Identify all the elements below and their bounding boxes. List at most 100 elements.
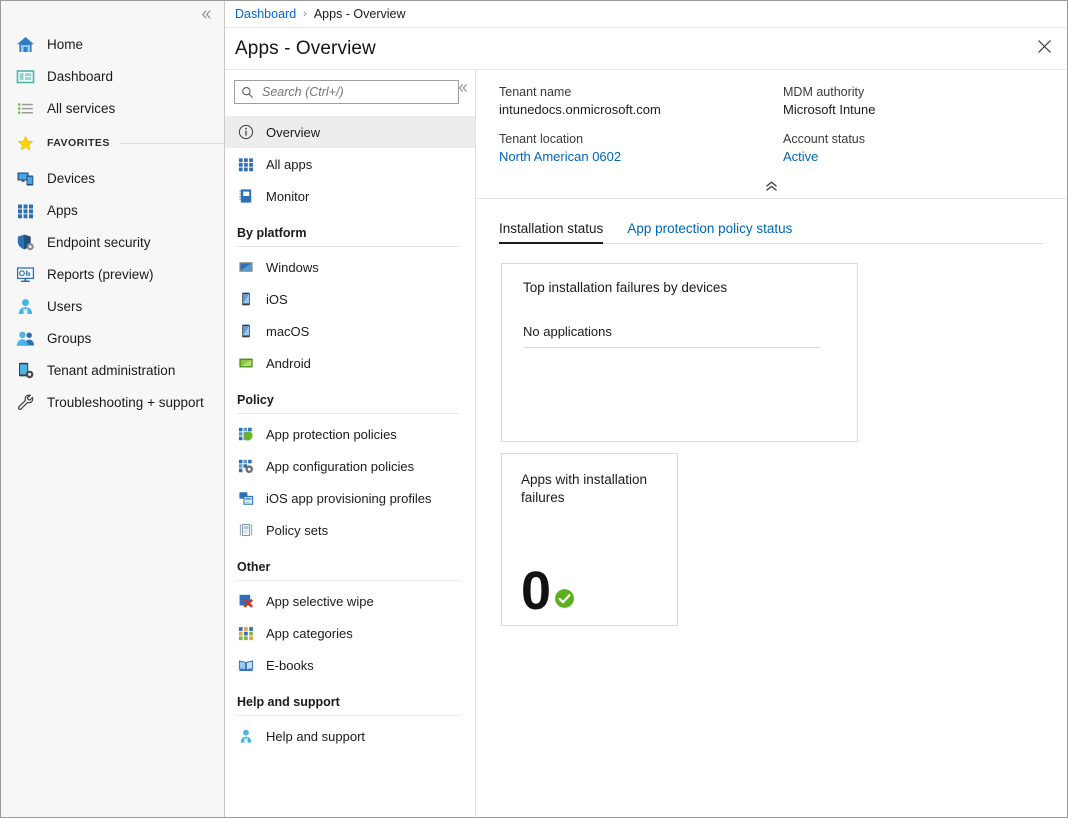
sidebar-item-troubleshooting-support[interactable]: Troubleshooting + support [1, 386, 224, 418]
tenant-location-field: Tenant location North American 0602 [499, 131, 783, 166]
tenant-panel-collapse-button[interactable] [476, 178, 1067, 198]
star-icon [15, 133, 35, 153]
card-empty-state: No applications [523, 324, 821, 348]
resource-nav-item-help-and-support[interactable]: Help and support [225, 720, 475, 752]
card-top-installation-failures[interactable]: Top installation failures by devices No … [501, 263, 858, 442]
account-status-label: Account status [783, 131, 1067, 148]
home-icon [15, 34, 35, 54]
card-apps-with-installation-failures[interactable]: Apps with installation failures 0 [501, 453, 678, 626]
monitor-book-icon [237, 187, 255, 205]
devices-icon [15, 168, 35, 188]
resource-nav-item-label: macOS [266, 324, 309, 339]
search-box[interactable] [234, 80, 459, 104]
check-circle-icon [554, 588, 575, 609]
tenant-name-label: Tenant name [499, 84, 783, 101]
resource-nav-group-other: Other [225, 560, 475, 581]
resource-nav-group-by-platform: By platform [225, 226, 475, 247]
sidebar-item-apps[interactable]: Apps [1, 194, 224, 226]
mdm-authority-value: Microsoft Intune [783, 101, 1067, 119]
sidebar-item-tenant-administration[interactable]: Tenant administration [1, 354, 224, 386]
tabs-row: Installation status App protection polic… [499, 221, 1044, 244]
tenant-name-field: Tenant name intunedocs.onmicrosoft.com [499, 84, 783, 119]
kpi-row: 0 [521, 569, 575, 613]
mdm-authority-field: MDM authority Microsoft Intune [783, 84, 1067, 119]
resource-nav-item-windows[interactable]: Windows [225, 251, 475, 283]
resource-nav-item-app-protection-policies[interactable]: App protection policies [225, 418, 475, 450]
sidebar-item-label: Troubleshooting + support [47, 395, 204, 410]
resource-nav-item-app-categories[interactable]: App categories [225, 617, 475, 649]
close-blade-button[interactable] [1021, 28, 1067, 69]
sidebar-item-label: Groups [47, 331, 91, 346]
azure-portal-window: Home Dashboard [0, 0, 1068, 818]
app-configuration-icon [237, 457, 255, 475]
wrench-icon [15, 392, 35, 412]
resource-nav-item-all-apps[interactable]: All apps [225, 148, 475, 180]
resource-nav-item-macos[interactable]: macOS [225, 315, 475, 347]
resource-nav-item-ios[interactable]: iOS [225, 283, 475, 315]
android-screen-icon [237, 354, 255, 372]
resource-nav-item-app-selective-wipe[interactable]: App selective wipe [225, 585, 475, 617]
sidebar-item-dashboard[interactable]: Dashboard [1, 60, 224, 92]
app-categories-icon [237, 624, 255, 642]
resource-nav-item-label: Monitor [266, 189, 309, 204]
resource-nav-item-label: Android [266, 356, 311, 371]
sidebar-item-users[interactable]: Users [1, 290, 224, 322]
search-input[interactable] [262, 85, 452, 99]
sidebar-item-devices[interactable]: Devices [1, 162, 224, 194]
global-navigation-sidebar: Home Dashboard [1, 1, 225, 817]
info-circle-icon [237, 123, 255, 141]
account-status-value[interactable]: Active [783, 148, 1067, 166]
group-divider [237, 715, 459, 716]
chevron-double-left-icon [457, 81, 469, 98]
sidebar-item-all-services[interactable]: All services [1, 92, 224, 124]
ios-phone-icon [237, 290, 255, 308]
global-nav-collapse-button[interactable] [1, 1, 224, 28]
resource-nav-item-policy-sets[interactable]: Policy sets [225, 514, 475, 546]
resource-nav-item-label: Overview [266, 125, 320, 140]
groups-icon [15, 328, 35, 348]
blade-body: Overview All apps [225, 70, 1067, 817]
resource-nav-collapse-button[interactable] [457, 82, 469, 94]
sidebar-item-groups[interactable]: Groups [1, 322, 224, 354]
group-title: Policy [237, 393, 459, 413]
tab-app-protection-policy-status[interactable]: App protection policy status [627, 221, 792, 243]
tenant-info-panel: Tenant name intunedocs.onmicrosoft.com T… [476, 70, 1067, 199]
blade: Dashboard › Apps - Overview Apps - Overv… [225, 1, 1067, 817]
tenant-info-column-left: Tenant name intunedocs.onmicrosoft.com T… [499, 84, 783, 178]
resource-nav-item-label: Help and support [266, 729, 365, 744]
tenant-location-value[interactable]: North American 0602 [499, 148, 783, 166]
macos-phone-icon [237, 322, 255, 340]
breadcrumb-separator: › [303, 8, 307, 20]
close-icon [1037, 39, 1052, 59]
resource-nav-item-android[interactable]: Android [225, 347, 475, 379]
mdm-authority-label: MDM authority [783, 84, 1067, 101]
resource-nav-item-app-configuration-policies[interactable]: App configuration policies [225, 450, 475, 482]
page-title: Apps - Overview [235, 38, 376, 60]
resource-nav-item-label: iOS [266, 292, 288, 307]
dashboard-icon [15, 66, 35, 86]
tenant-location-label: Tenant location [499, 131, 783, 148]
chevron-double-up-icon [764, 179, 779, 197]
blade-header: Apps - Overview [225, 28, 1067, 70]
resource-nav-item-e-books[interactable]: E-books [225, 649, 475, 681]
breadcrumb-dashboard-link[interactable]: Dashboard [235, 7, 296, 21]
sidebar-item-label: Home [47, 37, 83, 52]
cards-container: Top installation failures by devices No … [476, 244, 1067, 626]
card-title: Top installation failures by devices [523, 280, 839, 295]
sidebar-item-endpoint-security[interactable]: Endpoint security [1, 226, 224, 258]
tenant-info-grid: Tenant name intunedocs.onmicrosoft.com T… [476, 84, 1067, 178]
resource-nav-item-ios-app-provisioning-profiles[interactable]: iOS app provisioning profiles [225, 482, 475, 514]
resource-nav-item-monitor[interactable]: Monitor [225, 180, 475, 212]
resource-nav-item-label: Policy sets [266, 523, 328, 538]
sidebar-item-reports[interactable]: Reports (preview) [1, 258, 224, 290]
sidebar-item-label: Reports (preview) [47, 267, 154, 282]
main-content: Tenant name intunedocs.onmicrosoft.com T… [476, 70, 1067, 817]
tab-installation-status[interactable]: Installation status [499, 221, 603, 243]
sidebar-item-home[interactable]: Home [1, 28, 224, 60]
resource-nav-item-label: E-books [266, 658, 314, 673]
resource-nav-item-overview[interactable]: Overview [225, 116, 475, 148]
breadcrumb: Dashboard › Apps - Overview [225, 1, 1067, 28]
group-title: Help and support [237, 695, 459, 715]
favorites-divider [120, 143, 224, 144]
resource-nav-item-label: App protection policies [266, 427, 397, 442]
